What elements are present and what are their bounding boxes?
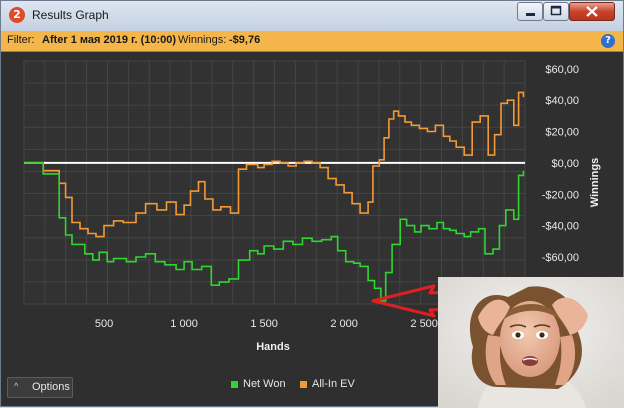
legend-item-net-won: Net Won bbox=[231, 378, 286, 390]
x-tick-label: 2 000 bbox=[330, 318, 358, 330]
y-tick-label: $0,00 bbox=[551, 158, 579, 170]
x-tick-label: 1 500 bbox=[250, 318, 278, 330]
y-tick-label: -$40,00 bbox=[542, 221, 579, 233]
app-logo-icon: 2 bbox=[9, 7, 25, 23]
y-axis-title: Winnings bbox=[589, 158, 601, 207]
winnings-value: -$9,76 bbox=[229, 34, 261, 46]
legend-swatch bbox=[231, 380, 238, 388]
x-tick-label: 500 bbox=[95, 318, 113, 330]
y-tick-label: -$60,00 bbox=[542, 252, 579, 264]
maximize-button[interactable] bbox=[543, 2, 569, 21]
filter-value: After 1 мая 2019 г. (10:00) bbox=[42, 34, 177, 46]
x-axis-title: Hands bbox=[256, 341, 290, 353]
filter-bar: Filter: After 1 мая 2019 г. (10:00) Winn… bbox=[1, 31, 623, 52]
y-tick-label: $40,00 bbox=[545, 95, 579, 107]
legend-item-all-in-ev: All-In EV bbox=[300, 378, 355, 390]
stressed-woman-photo bbox=[438, 277, 624, 408]
y-tick-label: -$20,00 bbox=[542, 189, 579, 201]
winnings-label: Winnings: bbox=[178, 34, 227, 46]
options-label: Options bbox=[32, 381, 70, 393]
minimize-icon bbox=[526, 13, 535, 16]
minimize-button[interactable] bbox=[517, 2, 543, 21]
maximize-icon bbox=[550, 5, 562, 16]
results-graph-window: 2 Results Graph Filter: After 1 мая 2019… bbox=[0, 0, 624, 408]
legend-swatch bbox=[300, 380, 307, 388]
window-title: Results Graph bbox=[32, 8, 109, 22]
legend-label: All-In EV bbox=[312, 378, 355, 390]
y-tick-label: $60,00 bbox=[545, 64, 579, 76]
x-tick-label: 1 000 bbox=[170, 318, 198, 330]
filter-label: Filter: bbox=[7, 34, 35, 46]
x-tick-label: 2 500 bbox=[410, 318, 438, 330]
y-tick-label: $20,00 bbox=[545, 127, 579, 139]
title-bar[interactable]: 2 Results Graph bbox=[1, 1, 623, 31]
help-icon[interactable]: ? bbox=[601, 34, 615, 48]
legend-label: Net Won bbox=[243, 378, 286, 390]
chevron-up-icon: ^ bbox=[14, 381, 19, 391]
options-button[interactable]: ^ Options bbox=[7, 377, 73, 398]
close-button[interactable] bbox=[569, 2, 615, 21]
close-icon bbox=[586, 6, 598, 17]
